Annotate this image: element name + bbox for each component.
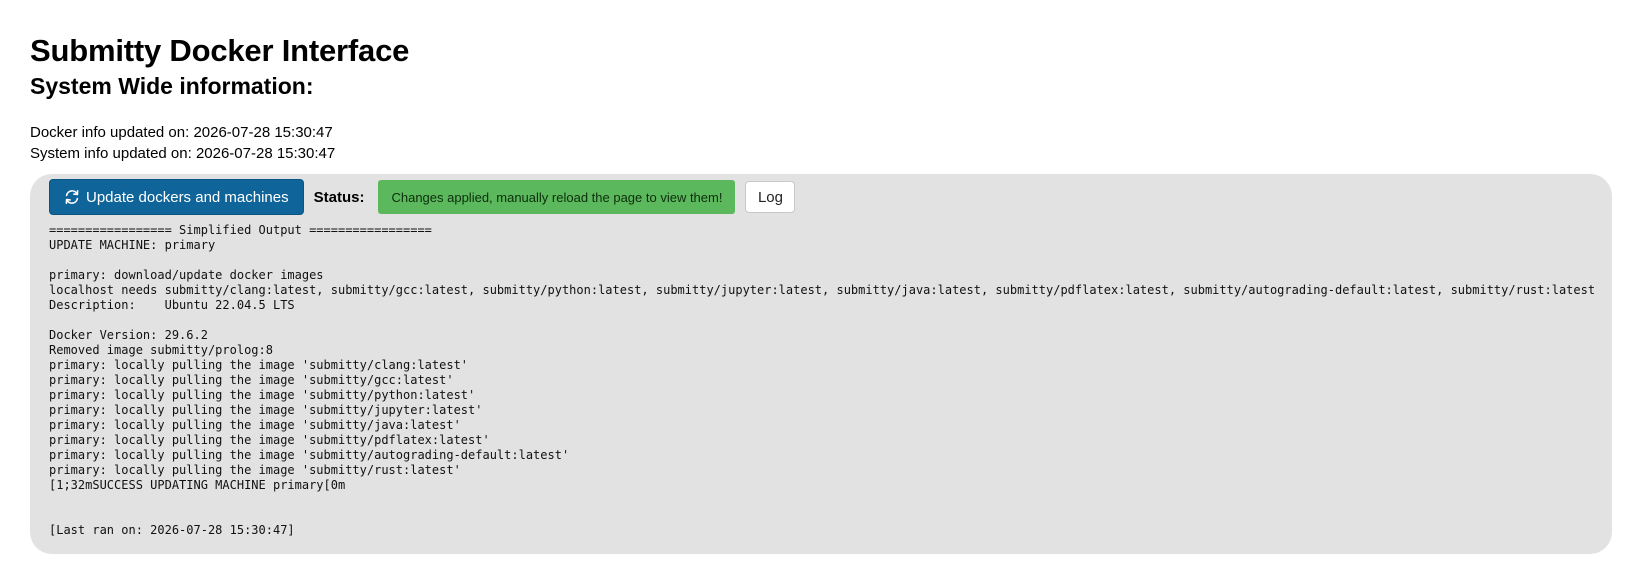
docker-info-updated: Docker info updated on: 2026-07-28 15:30… [30, 124, 333, 141]
status-message-badge: Changes applied, manually reload the pag… [378, 180, 736, 214]
refresh-icon [64, 189, 80, 205]
update-output-panel: Update dockers and machines Status: Chan… [30, 174, 1612, 554]
update-dockers-label: Update dockers and machines [86, 188, 289, 206]
section-title: System Wide information: [30, 73, 314, 99]
status-label: Status: [313, 188, 365, 206]
page-title: Submitty Docker Interface [30, 33, 410, 68]
log-button[interactable]: Log [745, 181, 796, 213]
docker-interface-page: Submitty Docker Interface System Wide in… [0, 0, 1640, 583]
update-toolbar: Update dockers and machines Status: Chan… [49, 179, 796, 215]
update-dockers-button[interactable]: Update dockers and machines [49, 179, 304, 215]
update-output-log: ================= Simplified Output ====… [49, 223, 1596, 537]
system-info-updated: System info updated on: 2026-07-28 15:30… [30, 145, 336, 162]
